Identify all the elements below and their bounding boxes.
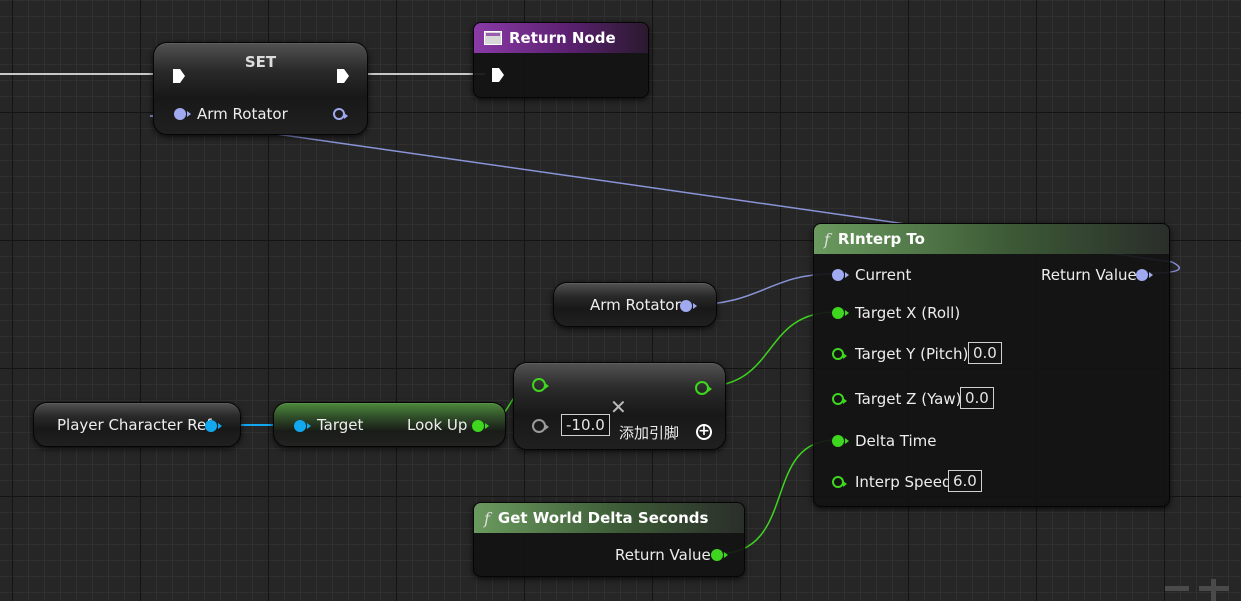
- return-node-header: Return Node: [474, 23, 648, 53]
- multiply-value-field[interactable]: -10.0: [561, 414, 610, 436]
- return-value-output-pin[interactable]: [1136, 269, 1153, 281]
- multiply-input-b-pin[interactable]: [532, 419, 549, 433]
- set-arm-rotator-input-pin[interactable]: [174, 108, 191, 120]
- target-y-label: Target Y (Pitch): [855, 345, 969, 363]
- add-pin-label[interactable]: 添加引脚: [619, 424, 679, 442]
- target-y-input-pin[interactable]: [832, 348, 847, 360]
- function-icon: f: [824, 229, 830, 249]
- return-node-title: Return Node: [509, 29, 616, 47]
- delta-return-value-output-pin[interactable]: [711, 549, 728, 561]
- current-label: Current: [855, 266, 912, 284]
- player-character-ref-node[interactable]: Player Character Ref: [33, 402, 241, 447]
- get-world-delta-seconds-title: Get World Delta Seconds: [497, 509, 709, 527]
- set-arm-rotator-output-pin[interactable]: [333, 108, 348, 120]
- look-up-node[interactable]: Target Look Up: [273, 402, 506, 447]
- target-z-input-pin[interactable]: [832, 393, 847, 405]
- target-z-label: Target Z (Yaw): [855, 390, 962, 408]
- rinterp-header: f RInterp To: [814, 224, 1169, 254]
- player-character-ref-output-pin[interactable]: [205, 420, 222, 432]
- look-up-target-label: Target: [317, 416, 364, 434]
- multiply-node[interactable]: ✕ -10.0 添加引脚 +: [513, 362, 726, 450]
- arm-rotator-getter-output-pin[interactable]: [680, 300, 697, 312]
- target-z-value-field[interactable]: 0.0: [960, 387, 994, 409]
- return-value-label: Return Value: [1041, 266, 1137, 284]
- delta-time-input-pin[interactable]: [832, 435, 849, 447]
- add-pin-icon[interactable]: +: [696, 424, 712, 440]
- look-up-output-pin[interactable]: [472, 420, 489, 432]
- interp-speed-input-pin[interactable]: [832, 476, 847, 488]
- target-x-label: Target X (Roll): [855, 304, 961, 322]
- multiply-input-a-pin[interactable]: [532, 378, 549, 392]
- multiply-icon: ✕: [610, 395, 627, 419]
- target-y-value-field[interactable]: 0.0: [968, 342, 1002, 364]
- get-world-delta-seconds-node[interactable]: f Get World Delta Seconds Return Value: [473, 502, 745, 577]
- graph-corner-mark-icon: [1165, 579, 1229, 601]
- player-character-ref-label: Player Character Ref: [57, 416, 212, 434]
- delta-return-value-label: Return Value: [615, 546, 711, 564]
- return-node[interactable]: Return Node: [473, 22, 649, 98]
- return-exec-in-pin-icon[interactable]: [491, 67, 505, 83]
- look-up-target-input-pin[interactable]: [294, 420, 311, 432]
- exec-out-pin-icon[interactable]: [336, 68, 350, 84]
- look-up-output-label: Look Up: [407, 416, 468, 434]
- arm-rotator-getter-node[interactable]: Arm Rotator: [553, 282, 717, 327]
- set-node[interactable]: SET Arm Rotator: [153, 42, 368, 135]
- multiply-output-pin[interactable]: [695, 381, 712, 395]
- function-icon: f: [484, 508, 490, 528]
- set-arm-rotator-label: Arm Rotator: [197, 105, 288, 123]
- exec-in-pin-icon[interactable]: [172, 68, 186, 84]
- get-world-delta-seconds-header: f Get World Delta Seconds: [474, 503, 744, 533]
- target-x-input-pin[interactable]: [832, 307, 849, 319]
- rinterp-title: RInterp To: [837, 230, 925, 248]
- interp-speed-value-field[interactable]: 6.0: [948, 470, 982, 492]
- return-node-icon: [484, 31, 502, 45]
- interp-speed-label: Interp Speed: [855, 473, 952, 491]
- arm-rotator-getter-label: Arm Rotator: [590, 296, 681, 314]
- current-input-pin[interactable]: [832, 269, 849, 281]
- rinterp-to-node[interactable]: f RInterp To Current Return Value Target…: [813, 223, 1170, 507]
- delta-time-label: Delta Time: [855, 432, 937, 450]
